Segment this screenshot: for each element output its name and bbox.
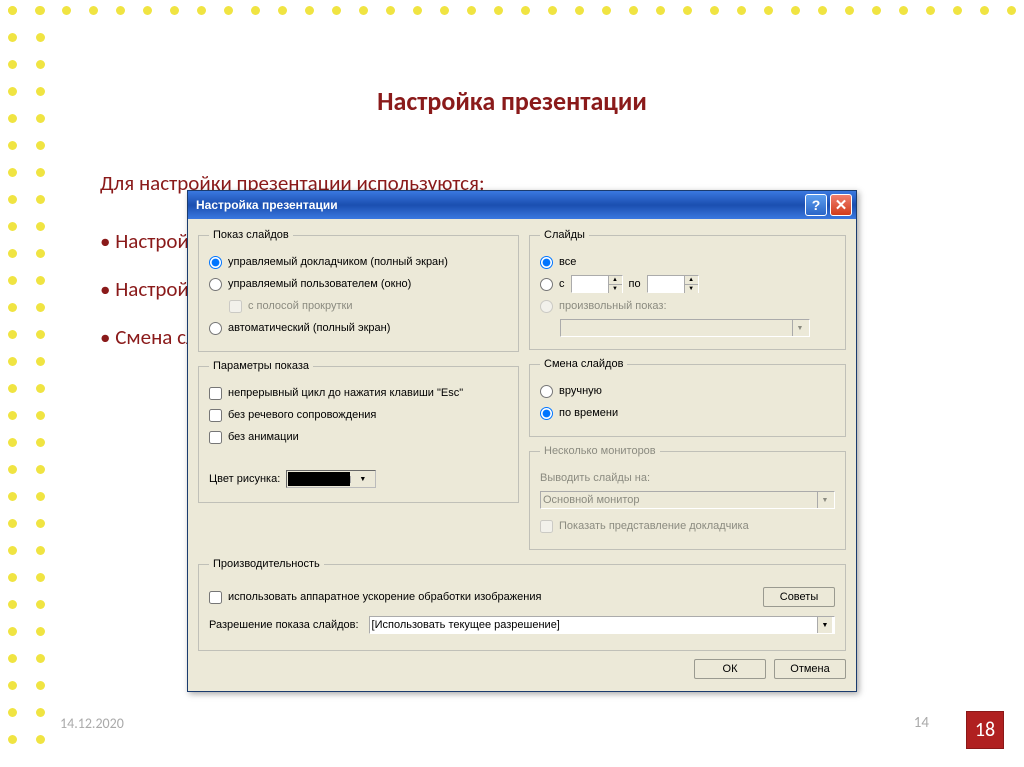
- footer-date: 14.12.2020: [60, 715, 124, 732]
- radio-custom-input: [540, 300, 553, 313]
- spin-down-icon[interactable]: ▼: [608, 285, 622, 293]
- check-presenter-view: Показать представление докладчика: [540, 517, 835, 535]
- radio-manual-label: вручную: [559, 385, 602, 397]
- close-button[interactable]: ✕: [830, 194, 852, 216]
- radio-timing-input[interactable]: [540, 407, 553, 420]
- spin-down-icon[interactable]: ▼: [684, 285, 698, 293]
- chevron-down-icon: ▼: [792, 320, 807, 336]
- radio-auto[interactable]: автоматический (полный экран): [209, 319, 508, 337]
- page-number-gray: 14: [914, 714, 929, 732]
- spin-up-icon[interactable]: ▲: [608, 276, 622, 285]
- to-label: по: [629, 278, 641, 290]
- radio-manual-input[interactable]: [540, 385, 553, 398]
- close-icon: ✕: [835, 196, 848, 214]
- radio-presenter-input[interactable]: [209, 256, 222, 269]
- ok-button[interactable]: ОК: [694, 659, 766, 679]
- group-slides: Слайды все с ▲▼ по: [529, 229, 846, 350]
- check-presenter-view-label: Показать представление докладчика: [559, 520, 749, 532]
- legend-show-type: Показ слайдов: [209, 229, 293, 241]
- legend-performance: Производительность: [209, 558, 324, 570]
- from-input[interactable]: [572, 276, 608, 292]
- custom-show-combo: ▼: [560, 319, 810, 337]
- group-show-params: Параметры показа непрерывный цикл до наж…: [198, 360, 519, 503]
- from-label: с: [559, 278, 565, 290]
- radio-presenter-label: управляемый докладчиком (полный экран): [228, 256, 448, 268]
- group-advance: Смена слайдов вручную по времени: [529, 358, 846, 437]
- monitor-combo: Основной монитор ▼: [540, 491, 835, 509]
- radio-all-label: все: [559, 256, 576, 268]
- monitor-value: Основной монитор: [543, 494, 817, 506]
- titlebar[interactable]: Настройка презентации ? ✕: [188, 191, 856, 219]
- legend-slides: Слайды: [540, 229, 589, 241]
- group-performance: Производительность использовать аппаратн…: [198, 558, 846, 651]
- radio-user-input[interactable]: [209, 278, 222, 291]
- page-number-red: 18: [966, 711, 1004, 749]
- radio-timing-label: по времени: [559, 407, 618, 419]
- pen-color-label: Цвет рисунка:: [209, 473, 280, 485]
- chevron-down-icon: ▼: [817, 492, 832, 508]
- spin-up-icon[interactable]: ▲: [684, 276, 698, 285]
- radio-custom-show: произвольный показ:: [540, 297, 835, 315]
- check-no-voice-label: без речевого сопровождения: [228, 409, 376, 421]
- check-no-voice-input[interactable]: [209, 409, 222, 422]
- group-show-type: Показ слайдов управляемый докладчиком (п…: [198, 229, 519, 352]
- legend-monitors: Несколько мониторов: [540, 445, 660, 457]
- to-spinner[interactable]: ▲▼: [647, 275, 699, 293]
- radio-presenter[interactable]: управляемый докладчиком (полный экран): [209, 253, 508, 271]
- row-slide-range: с ▲▼ по ▲▼: [540, 275, 835, 293]
- radio-user-label: управляемый пользователем (окно): [228, 278, 411, 290]
- radio-auto-label: автоматический (полный экран): [228, 322, 390, 334]
- group-monitors: Несколько мониторов Выводить слайды на: …: [529, 445, 846, 550]
- slide-title: Настройка презентации: [0, 85, 1024, 117]
- check-hw-accel-label: использовать аппаратное ускорение обрабо…: [228, 591, 541, 603]
- check-hw-accel[interactable]: использовать аппаратное ускорение обрабо…: [209, 588, 753, 606]
- cancel-button[interactable]: Отмена: [774, 659, 846, 679]
- radio-manual[interactable]: вручную: [540, 382, 835, 400]
- chevron-down-icon: ▼: [350, 476, 374, 483]
- check-scrollbar-input: [229, 300, 242, 313]
- radio-all-slides[interactable]: все: [540, 253, 835, 271]
- radio-user[interactable]: управляемый пользователем (окно): [209, 275, 508, 293]
- radio-all-input[interactable]: [540, 256, 553, 269]
- legend-advance: Смена слайдов: [540, 358, 627, 370]
- resolution-combo[interactable]: [Использовать текущее разрешение] ▼: [369, 616, 835, 634]
- check-no-anim-label: без анимации: [228, 431, 299, 443]
- pen-color-swatch: [288, 472, 350, 486]
- radio-range-input[interactable]: [540, 278, 553, 291]
- check-scrollbar: с полосой прокрутки: [229, 297, 508, 315]
- check-no-anim-input[interactable]: [209, 431, 222, 444]
- check-no-anim[interactable]: без анимации: [209, 428, 508, 446]
- resolution-label: Разрешение показа слайдов:: [209, 619, 359, 631]
- radio-auto-input[interactable]: [209, 322, 222, 335]
- decor-dots-top: [8, 6, 1016, 15]
- output-label: Выводить слайды на:: [540, 469, 835, 487]
- from-spinner[interactable]: ▲▼: [571, 275, 623, 293]
- check-no-voice[interactable]: без речевого сопровождения: [209, 406, 508, 424]
- check-scrollbar-label: с полосой прокрутки: [248, 300, 352, 312]
- presentation-settings-dialog: Настройка презентации ? ✕ Показ слайдов …: [187, 190, 857, 692]
- check-loop-input[interactable]: [209, 387, 222, 400]
- resolution-value: [Использовать текущее разрешение]: [372, 619, 817, 631]
- help-button[interactable]: ?: [805, 194, 827, 216]
- pen-color-picker[interactable]: ▼: [286, 470, 376, 488]
- radio-custom-label: произвольный показ:: [559, 300, 667, 312]
- legend-show-params: Параметры показа: [209, 360, 313, 372]
- check-hw-accel-input[interactable]: [209, 591, 222, 604]
- hints-button[interactable]: Советы: [763, 587, 835, 607]
- check-presenter-view-input: [540, 520, 553, 533]
- radio-timing[interactable]: по времени: [540, 404, 835, 422]
- to-input[interactable]: [648, 276, 684, 292]
- check-loop-label: непрерывный цикл до нажатия клавиши "Esc…: [228, 387, 463, 399]
- chevron-down-icon[interactable]: ▼: [817, 617, 832, 633]
- check-loop[interactable]: непрерывный цикл до нажатия клавиши "Esc…: [209, 384, 508, 402]
- dialog-title: Настройка презентации: [196, 198, 338, 212]
